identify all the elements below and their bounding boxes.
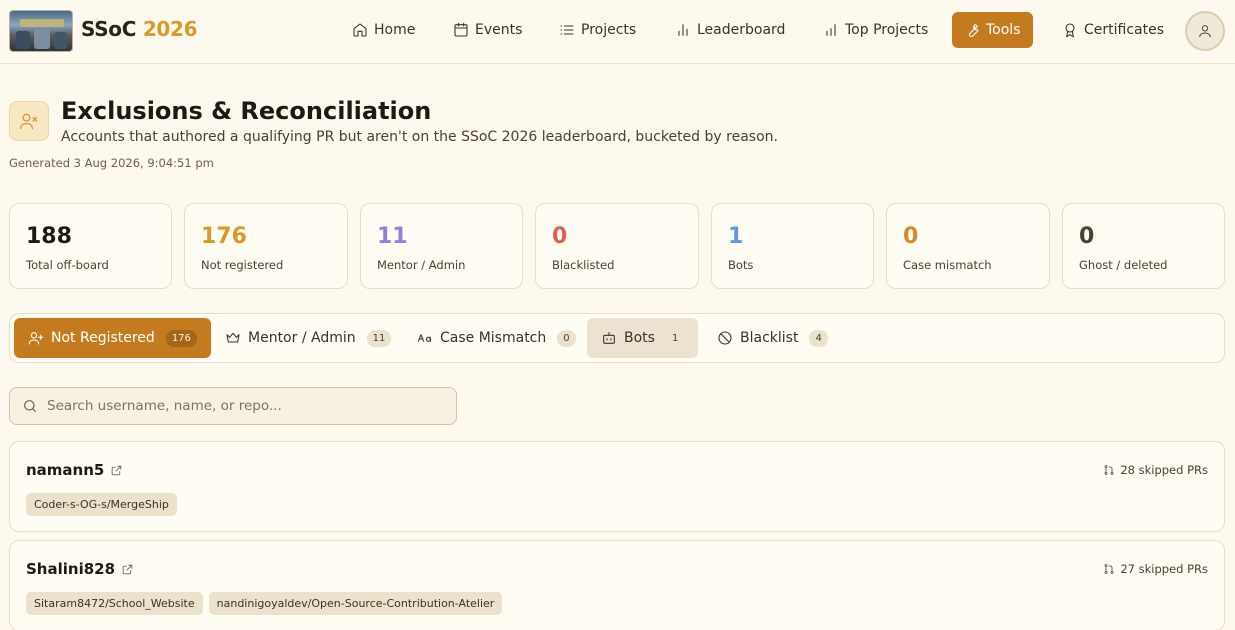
- repo-tag[interactable]: Sitaram8472/School_Website: [26, 592, 203, 615]
- nav-leaderboard[interactable]: Leaderboard: [663, 12, 797, 48]
- user-x-icon: [9, 101, 49, 141]
- stat-value: 0: [903, 224, 919, 249]
- brand-title[interactable]: SSoC 2026: [81, 17, 198, 41]
- crown-icon: [226, 332, 240, 343]
- tab-count: 1: [671, 332, 679, 344]
- bucket-tabs: Not Registered 176 Mentor / Admin 11 Cas…: [9, 313, 1225, 363]
- nav-top-projects[interactable]: Top Projects: [811, 12, 940, 48]
- nav-tools[interactable]: Tools: [952, 12, 1033, 48]
- brand-year: 2026: [142, 17, 198, 41]
- stat-card-case-mismatch: 0 Case mismatch: [886, 203, 1050, 289]
- skipped-prs: 27 skipped PRs: [1103, 562, 1208, 576]
- logo-image[interactable]: [9, 10, 73, 52]
- bar-chart-icon: [678, 24, 688, 36]
- tab-count: 4: [809, 329, 828, 347]
- nav-home-label: Home: [374, 22, 416, 38]
- git-pull-request-icon: [1104, 465, 1114, 475]
- bot-icon: [603, 332, 615, 344]
- repo-tag[interactable]: Coder-s-OG-s/MergeShip: [26, 493, 177, 516]
- list-item: Shalini828 27 skipped PRs Sitaram8472/Sc…: [9, 540, 1225, 630]
- tab-label: Mentor / Admin: [248, 330, 356, 346]
- stat-card-mentor-admin: 11 Mentor / Admin: [360, 203, 523, 289]
- case-icon: [417, 334, 431, 342]
- nav-leaderboard-label: Leaderboard: [697, 22, 786, 38]
- search-input[interactable]: [47, 398, 447, 414]
- stat-label: Total off-board: [26, 258, 109, 272]
- skipped-prs-label: 27 skipped PRs: [1120, 562, 1208, 576]
- stat-card-not-registered: 176 Not registered: [184, 203, 348, 289]
- stat-card-bots: 1 Bots: [711, 203, 874, 289]
- repo-tags: Sitaram8472/School_Website nandinigoyald…: [26, 592, 503, 615]
- page-subtitle: Accounts that authored a qualifying PR b…: [61, 129, 778, 145]
- tab-count: 11: [366, 329, 392, 347]
- list-icon: [560, 25, 574, 35]
- calendar-icon: [454, 22, 468, 37]
- stat-value: 188: [26, 224, 72, 249]
- nav-projects[interactable]: Projects: [547, 12, 648, 48]
- username: Shalini828: [26, 560, 116, 578]
- nav-certificates[interactable]: Certificates: [1050, 12, 1176, 48]
- repo-tags: Coder-s-OG-s/MergeShip: [26, 493, 177, 516]
- stat-value: 0: [1079, 224, 1095, 249]
- skipped-prs-label: 28 skipped PRs: [1120, 463, 1208, 477]
- stat-value: 0: [552, 224, 568, 249]
- home-icon: [353, 23, 367, 37]
- tab-blacklist[interactable]: Blacklist 4: [703, 318, 842, 358]
- stat-label: Bots: [728, 258, 754, 272]
- git-pull-request-icon: [1104, 564, 1114, 574]
- skipped-prs: 28 skipped PRs: [1103, 463, 1208, 477]
- ban-icon: [718, 331, 732, 345]
- external-link-icon[interactable]: [121, 563, 134, 576]
- user-icon: [1199, 25, 1211, 38]
- tab-count: 176: [165, 329, 197, 347]
- nav-top-projects-label: Top Projects: [845, 22, 929, 38]
- bar-chart-icon: [826, 24, 836, 36]
- tab-case-mismatch[interactable]: Case Mismatch 0: [403, 318, 590, 358]
- stat-card-total-off-board: 188 Total off-board: [9, 203, 172, 289]
- stat-label: Mentor / Admin: [377, 258, 466, 272]
- user-avatar-button[interactable]: [1185, 11, 1225, 51]
- username-link[interactable]: namann5: [26, 461, 123, 479]
- stat-label: Not registered: [201, 258, 284, 272]
- nav-certificates-label: Certificates: [1084, 22, 1165, 38]
- search-box: [9, 387, 457, 425]
- stat-label: Blacklisted: [552, 258, 615, 272]
- tab-not-registered[interactable]: Not Registered 176: [14, 318, 211, 358]
- nav-home[interactable]: Home: [340, 12, 427, 48]
- nav-events-label: Events: [475, 22, 523, 38]
- tab-label: Case Mismatch: [440, 330, 547, 346]
- stat-label: Case mismatch: [903, 258, 992, 272]
- brand-name: SSoC: [81, 17, 137, 41]
- award-icon: [1065, 23, 1075, 38]
- list-item: namann5 28 skipped PRs Coder-s-OG-s/Merg…: [9, 441, 1225, 532]
- tab-label: Blacklist: [740, 330, 799, 346]
- nav-events[interactable]: Events: [441, 12, 534, 48]
- nav-projects-label: Projects: [581, 22, 637, 38]
- tab-mentor-admin[interactable]: Mentor / Admin 11: [211, 318, 405, 358]
- stat-card-blacklisted: 0 Blacklisted: [535, 203, 699, 289]
- top-navbar: SSoC 2026 Home Events Projects Leaderboa…: [0, 0, 1235, 64]
- generated-timestamp: Generated 3 Aug 2026, 9:04:51 pm: [9, 156, 214, 170]
- search-icon: [24, 400, 36, 412]
- username: namann5: [26, 461, 105, 479]
- external-link-icon[interactable]: [110, 464, 123, 477]
- stat-value: 1: [728, 224, 744, 249]
- tab-label: Not Registered: [51, 330, 155, 346]
- repo-tag[interactable]: nandinigoyaldev/Open-Source-Contribution…: [208, 592, 503, 615]
- stat-value: 176: [201, 224, 247, 249]
- user-plus-icon: [28, 332, 44, 345]
- tab-count: 0: [557, 329, 576, 347]
- tab-label: Bots: [624, 330, 655, 346]
- nav-tools-label: Tools: [986, 22, 1021, 38]
- username-link[interactable]: Shalini828: [26, 560, 134, 578]
- stat-card-ghost-deleted: 0 Ghost / deleted: [1062, 203, 1225, 289]
- tab-bots[interactable]: Bots 1: [587, 318, 699, 358]
- page-title: Exclusions & Reconciliation: [61, 97, 432, 125]
- stat-label: Ghost / deleted: [1079, 258, 1168, 272]
- stat-value: 11: [377, 224, 408, 249]
- wrench-icon: [968, 24, 979, 38]
